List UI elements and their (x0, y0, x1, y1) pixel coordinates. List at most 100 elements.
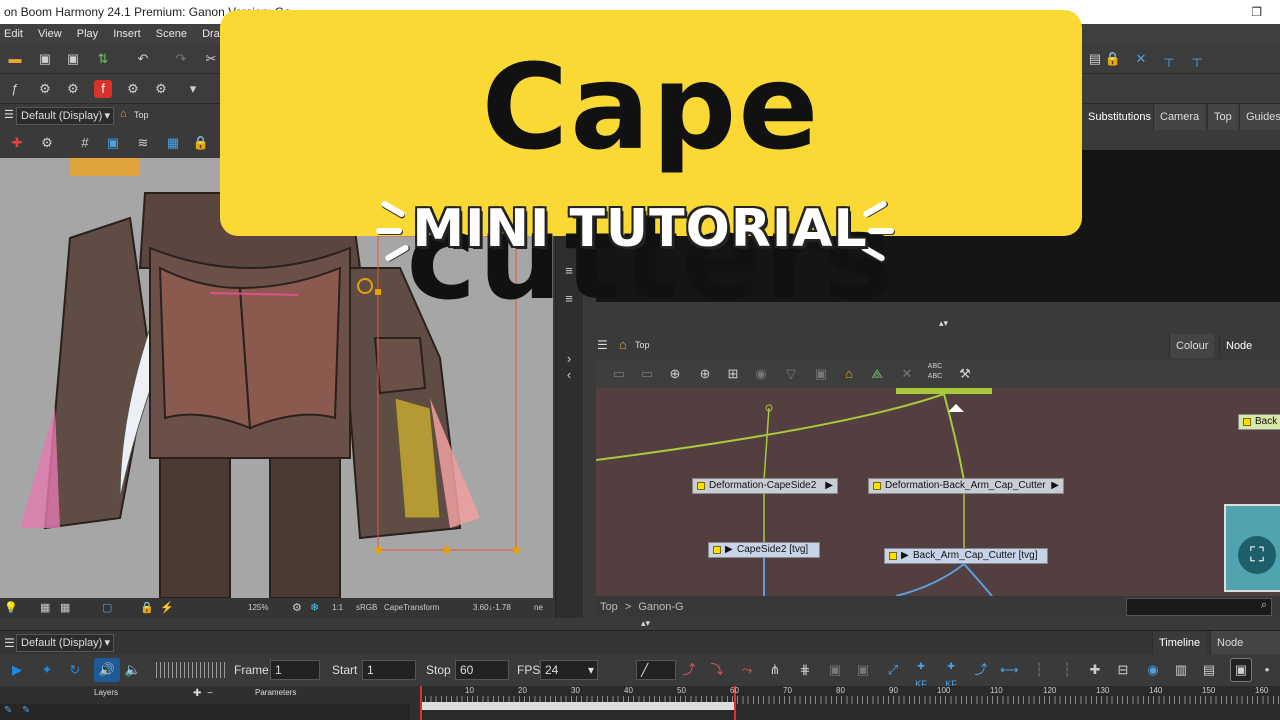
tab-top[interactable]: Top (1207, 104, 1238, 130)
stepped-icon[interactable]: ⤴ (972, 661, 990, 679)
node-tool-icon[interactable]: ◉ (752, 365, 770, 383)
align-top-icon[interactable]: ┬ (1160, 50, 1178, 68)
navigator-thumbnail[interactable]: ⛶ (1224, 504, 1280, 592)
menu-icon[interactable]: ☰ (4, 108, 14, 121)
deformation-icon[interactable]: ⟁ (868, 365, 886, 383)
onion-skin-icon[interactable]: ◉ (1144, 661, 1162, 679)
playhead[interactable] (420, 686, 422, 720)
flash-icon[interactable]: f (94, 80, 112, 98)
onion-icon[interactable]: ≋ (134, 134, 152, 152)
tab-timeline[interactable]: Timeline (1152, 631, 1207, 655)
expand-arrow-icon[interactable]: ▶ (901, 549, 909, 563)
gear-icon[interactable]: ⚙ (124, 80, 142, 98)
ease-icon[interactable]: ⤴ (680, 661, 698, 679)
scan-icon[interactable]: ⛶ (1238, 536, 1276, 574)
menu-icon[interactable]: ☰ (4, 636, 15, 650)
align-bottom-icon[interactable]: ┬ (1188, 50, 1206, 68)
node-capeside2-tvg[interactable]: ▶ CapeSide2 [tvg] (708, 542, 820, 558)
sound-icon[interactable]: 🔊 (94, 658, 120, 682)
tab-node-view[interactable]: Node View (1219, 334, 1280, 376)
breadcrumb-root[interactable]: Top (600, 601, 618, 613)
gear-icon[interactable]: ⚙ (152, 80, 170, 98)
layer-tool-icon[interactable]: ✎ (4, 705, 12, 716)
node-deformation-capeside2[interactable]: Deformation-CapeSide2 ▶ (692, 478, 838, 494)
settings-icon[interactable]: ⚙ (38, 134, 56, 152)
bulb-icon[interactable]: 💡 (4, 598, 18, 618)
menu-icon[interactable]: ☰ (597, 338, 608, 352)
align-x-icon[interactable]: ✕ (1132, 50, 1150, 68)
breadcrumb-current[interactable]: Ganon-G (638, 601, 683, 613)
tab-node-library[interactable]: Node Library (1210, 631, 1280, 673)
symbol-icon[interactable]: ▦ (164, 134, 182, 152)
remove-layer-icon[interactable]: − (207, 688, 213, 699)
tab-camera[interactable]: Camera (1153, 104, 1206, 130)
menu-edit[interactable]: Edit (4, 28, 23, 40)
remove-frame-icon[interactable]: ⊟ (1114, 661, 1132, 679)
play-selection-icon[interactable]: ✦ (38, 661, 56, 679)
lock-icon[interactable]: 🔒 (140, 598, 154, 618)
node-tool-icon[interactable]: ▭ (610, 365, 628, 383)
loop-icon[interactable]: ↻ (66, 661, 84, 679)
start-input[interactable]: 1 (362, 660, 416, 680)
pin-icon[interactable]: ✚ (8, 134, 26, 152)
keyframe-tool-icon[interactable]: ▣ (854, 661, 872, 679)
sound-scrub-icon[interactable]: 🔈 (124, 661, 142, 679)
node-back-arm-cap-cutter-tvg[interactable]: ▶ Back_Arm_Cap_Cutter [tvg] (884, 548, 1048, 564)
grid-icon[interactable]: # (76, 134, 94, 152)
text-abc-icon[interactable]: ABC ABC (926, 362, 944, 380)
tab-guides[interactable]: Guides (1239, 104, 1280, 130)
camera-view-dropdown[interactable]: Default (Display) ▾ (16, 107, 114, 125)
snowflake-icon[interactable]: ❄ (310, 598, 319, 618)
frame-input[interactable]: 1 (270, 660, 320, 680)
lightning-icon[interactable]: ⚡ (160, 598, 174, 618)
expand-arrow-icon[interactable]: ▶ (825, 479, 833, 493)
node-deformation-back-arm-cap-cutter[interactable]: Deformation-Back_Arm_Cap_Cutter ▶ (868, 478, 1064, 494)
fps-select[interactable]: 24 ▾ (540, 660, 598, 680)
timeline-ruler[interactable]: 10 20 30 40 50 60 70 80 90 100 110 120 1… (420, 686, 1280, 720)
search-icon[interactable]: ⌕ (1261, 599, 1267, 612)
home-icon[interactable]: ⌂ (619, 337, 627, 352)
save-icon[interactable]: ▣ (36, 50, 54, 68)
node-tool-icon[interactable]: ▣ (812, 365, 830, 383)
function-icon[interactable]: ƒ (6, 80, 24, 98)
peg-icon[interactable]: ⊕ (696, 365, 714, 383)
save-all-icon[interactable]: ▣ (64, 50, 82, 68)
stop-icon[interactable]: ▣ (1230, 658, 1252, 682)
lock-icon[interactable]: 🔒 (1104, 50, 1122, 68)
keyframe-tool-icon[interactable]: ⋕ (796, 661, 814, 679)
zoom-value[interactable]: 125% (248, 598, 268, 618)
lock-icon[interactable]: 🔒 (192, 134, 210, 152)
frame-icon[interactable]: ▢ (102, 598, 112, 618)
drawing-icon[interactable]: ▤ (1200, 661, 1218, 679)
timeline-view-dropdown[interactable]: Default (Display) ▾ (16, 634, 114, 652)
cutter-icon[interactable]: ⌂ (840, 365, 858, 383)
playback-speed-slider[interactable] (156, 662, 226, 678)
undo-icon[interactable]: ↶ (134, 50, 152, 68)
node-tool-icon[interactable]: ▭ (638, 365, 656, 383)
grid-icon[interactable]: ▥ (1172, 661, 1190, 679)
gear-icon[interactable]: ⚙ (64, 80, 82, 98)
menu-view[interactable]: View (38, 28, 62, 40)
node-tool-icon[interactable]: ▽ (782, 365, 800, 383)
gear-icon[interactable]: ⚙ (292, 598, 302, 618)
import-icon[interactable]: ⇅ (94, 50, 112, 68)
home-icon[interactable]: ⌂ (120, 108, 127, 120)
node-graph[interactable]: Deformation-CapeSide2 ▶ Deformation-Back… (596, 388, 1280, 596)
expand-arrow-icon[interactable]: ▶ (1051, 479, 1059, 493)
tab-substitutions[interactable]: Substitutions (1081, 104, 1157, 130)
chevron-left-icon[interactable]: ‹ (560, 366, 578, 384)
layer-row[interactable]: ✎ ✎ (0, 704, 410, 720)
remove-keyframe-icon[interactable]: ✚ KF (942, 657, 960, 689)
stepped-icon[interactable]: ⟷ (1000, 661, 1019, 679)
play-icon[interactable]: ▶ (8, 661, 26, 679)
stop-input[interactable]: 60 (455, 660, 509, 680)
restore-window-icon[interactable]: ❐ (1251, 0, 1262, 24)
tools-icon[interactable]: ⚒ (956, 365, 974, 383)
ease-icon[interactable]: ⤵ (708, 661, 726, 679)
ease-icon[interactable]: ⤳ (738, 661, 756, 679)
expand-arrow-icon[interactable]: ▶ (725, 543, 733, 557)
tab-colour[interactable]: Colour (1169, 334, 1215, 358)
node-search-input[interactable]: ⌕ (1126, 598, 1272, 616)
keyframe-tool-icon[interactable]: ⋔ (766, 661, 784, 679)
composite-icon[interactable]: ⊞ (724, 365, 742, 383)
